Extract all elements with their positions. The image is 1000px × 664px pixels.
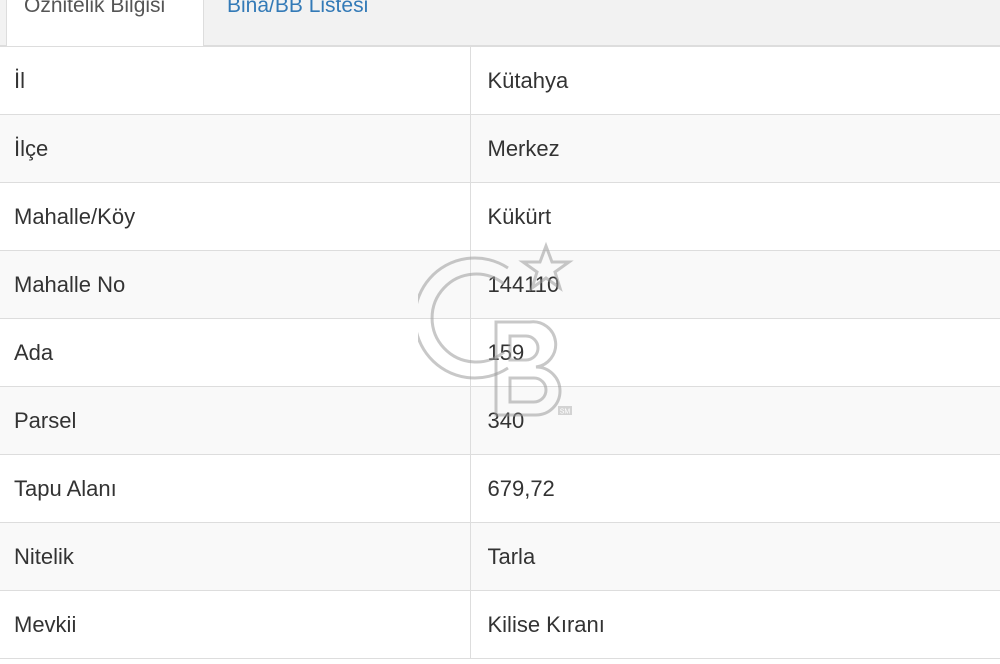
table-row: İl Kütahya (0, 46, 1000, 115)
tab-bina-bb-listesi[interactable]: Bina/BB Listesi (204, 0, 424, 46)
table-row: Tapu Alanı 679,72 (0, 454, 1000, 523)
row-value: Merkez (469, 114, 1000, 183)
table-row: İlçe Merkez (0, 114, 1000, 183)
row-value: Kilise Kıranı (469, 590, 1000, 659)
row-label: Mahalle No (0, 250, 471, 319)
tab-bar: Öznitelik Bilgisi Bina/BB Listesi (0, 0, 1000, 47)
tab-label: Bina/BB Listesi (227, 0, 369, 17)
attribute-table: İl Kütahya İlçe Merkez Mahalle/Köy Kükür… (0, 46, 1000, 659)
table-row: Mahalle/Köy Kükürt (0, 182, 1000, 251)
table-row: Parsel 340 (0, 386, 1000, 455)
table-row: Nitelik Tarla (0, 522, 1000, 591)
row-value: Tarla (469, 522, 1000, 591)
table-row: Mevkii Kilise Kıranı (0, 590, 1000, 659)
row-value: Kütahya (469, 46, 1000, 115)
row-value: 159 (469, 318, 1000, 387)
row-label: Mevkii (0, 590, 471, 659)
table-row: Ada 159 (0, 318, 1000, 387)
row-label: Tapu Alanı (0, 454, 471, 523)
row-label: Mahalle/Köy (0, 182, 471, 251)
row-label: Nitelik (0, 522, 471, 591)
row-label: İlçe (0, 114, 471, 183)
row-value: 144110 (469, 250, 1000, 319)
table-row: Mahalle No 144110 (0, 250, 1000, 319)
row-value: 679,72 (469, 454, 1000, 523)
tab-label: Öznitelik Bilgisi (24, 0, 166, 17)
row-label: Parsel (0, 386, 471, 455)
tab-oznitelik-bilgisi[interactable]: Öznitelik Bilgisi (6, 0, 204, 47)
row-value: Kükürt (469, 182, 1000, 251)
row-value: 340 (469, 386, 1000, 455)
row-label: Ada (0, 318, 471, 387)
row-label: İl (0, 46, 471, 115)
